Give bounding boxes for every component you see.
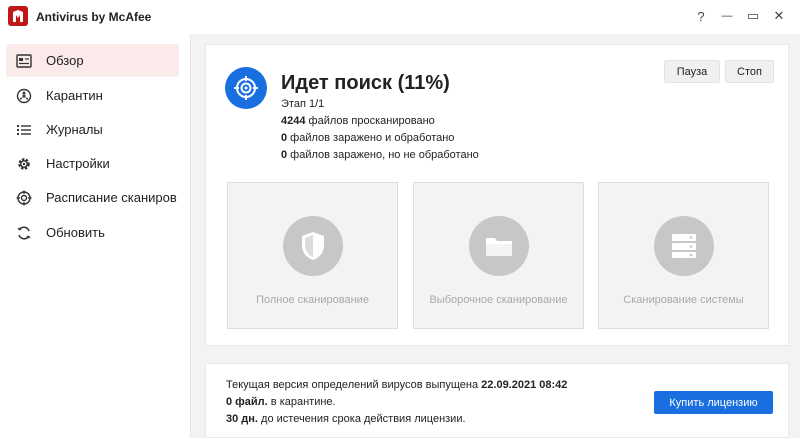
server-icon <box>654 216 714 276</box>
quarantine-line: 0 файл. в карантине. <box>226 396 336 408</box>
card-label: Выборочное сканирование <box>429 294 568 306</box>
system-scan-card[interactable]: Сканирование системы <box>598 182 769 329</box>
window-title: Antivirus by McAfee <box>36 10 152 24</box>
overview-icon <box>16 53 32 69</box>
sidebar: Обзор Карантин Журналы Настройки Расписа… <box>0 34 191 438</box>
sidebar-item-scan-schedule[interactable]: Расписание сканиров <box>6 181 179 214</box>
pause-button[interactable]: Пауза <box>664 60 720 83</box>
definitions-line: Текущая версия определений вирусов выпущ… <box>226 379 567 391</box>
sidebar-item-label: Расписание сканиров <box>46 190 177 205</box>
sidebar-item-logs[interactable]: Журналы <box>6 113 179 146</box>
sidebar-item-label: Журналы <box>46 122 103 137</box>
refresh-icon <box>16 225 32 241</box>
full-scan-card[interactable]: Полное сканирование <box>227 182 398 329</box>
schedule-icon <box>16 190 32 206</box>
card-label: Сканирование системы <box>623 294 744 306</box>
sidebar-item-quarantine[interactable]: Карантин <box>6 79 179 112</box>
quarantine-icon <box>16 88 32 104</box>
help-icon: ? <box>697 8 705 24</box>
infected-untreated-line: 0 файлов заражено, но не обработано <box>281 149 479 161</box>
license-line: 30 дн. до истечения срока действия лицен… <box>226 413 466 425</box>
shield-icon <box>283 216 343 276</box>
stop-button[interactable]: Стоп <box>725 60 774 83</box>
close-icon: ✕ <box>773 8 785 23</box>
scan-target-icon <box>225 67 267 109</box>
gear-icon <box>16 156 32 172</box>
maximize-icon: ▭ <box>746 8 760 23</box>
scan-stage: Этап 1/1 <box>281 98 325 110</box>
sidebar-item-overview[interactable]: Обзор <box>6 44 179 77</box>
quarantine-count: 0 файл. <box>226 396 268 408</box>
files-scanned-line: 4244 файлов просканировано <box>281 115 435 127</box>
custom-scan-card[interactable]: Выборочное сканирование <box>413 182 584 329</box>
title-bar: Antivirus by McAfee ? — ▭ ✕ <box>0 0 800 34</box>
scan-panel: Идет поиск (11%) Этап 1/1 4244 файлов пр… <box>205 44 789 346</box>
scan-status-title: Идет поиск (11%) <box>281 72 450 94</box>
list-icon <box>16 122 32 138</box>
definitions-date: 22.09.2021 08:42 <box>481 379 568 391</box>
card-label: Полное сканирование <box>256 294 369 306</box>
buy-license-button[interactable]: Купить лицензию <box>654 391 773 414</box>
infected-treated-text: файлов заражено и обработано <box>287 132 455 144</box>
sidebar-item-label: Обновить <box>46 225 105 240</box>
files-scanned-count: 4244 <box>281 115 306 127</box>
minimize-icon: — <box>721 10 733 22</box>
infected-untreated-text: файлов заражено, но не обработано <box>287 149 479 161</box>
sidebar-item-label: Настройки <box>46 156 110 171</box>
info-panel: Текущая версия определений вирусов выпущ… <box>205 363 789 438</box>
maximize-button[interactable]: ▭ <box>742 6 764 26</box>
license-days: 30 дн. <box>226 413 258 425</box>
minimize-button[interactable]: — <box>716 6 738 26</box>
infected-treated-line: 0 файлов заражено и обработано <box>281 132 454 144</box>
help-button[interactable]: ? <box>690 6 712 26</box>
close-button[interactable]: ✕ <box>768 6 790 26</box>
quarantine-text: в карантине. <box>267 396 336 408</box>
sidebar-item-update[interactable]: Обновить <box>6 216 179 249</box>
sidebar-item-label: Карантин <box>46 88 103 103</box>
license-text: до истечения срока действия лицензии. <box>257 413 466 425</box>
definitions-text: Текущая версия определений вирусов выпущ… <box>226 379 482 391</box>
mcafee-logo-icon <box>8 6 28 26</box>
folder-icon <box>469 216 529 276</box>
sidebar-item-settings[interactable]: Настройки <box>6 147 179 180</box>
sidebar-item-label: Обзор <box>46 53 84 68</box>
files-scanned-text: файлов просканировано <box>305 115 435 127</box>
